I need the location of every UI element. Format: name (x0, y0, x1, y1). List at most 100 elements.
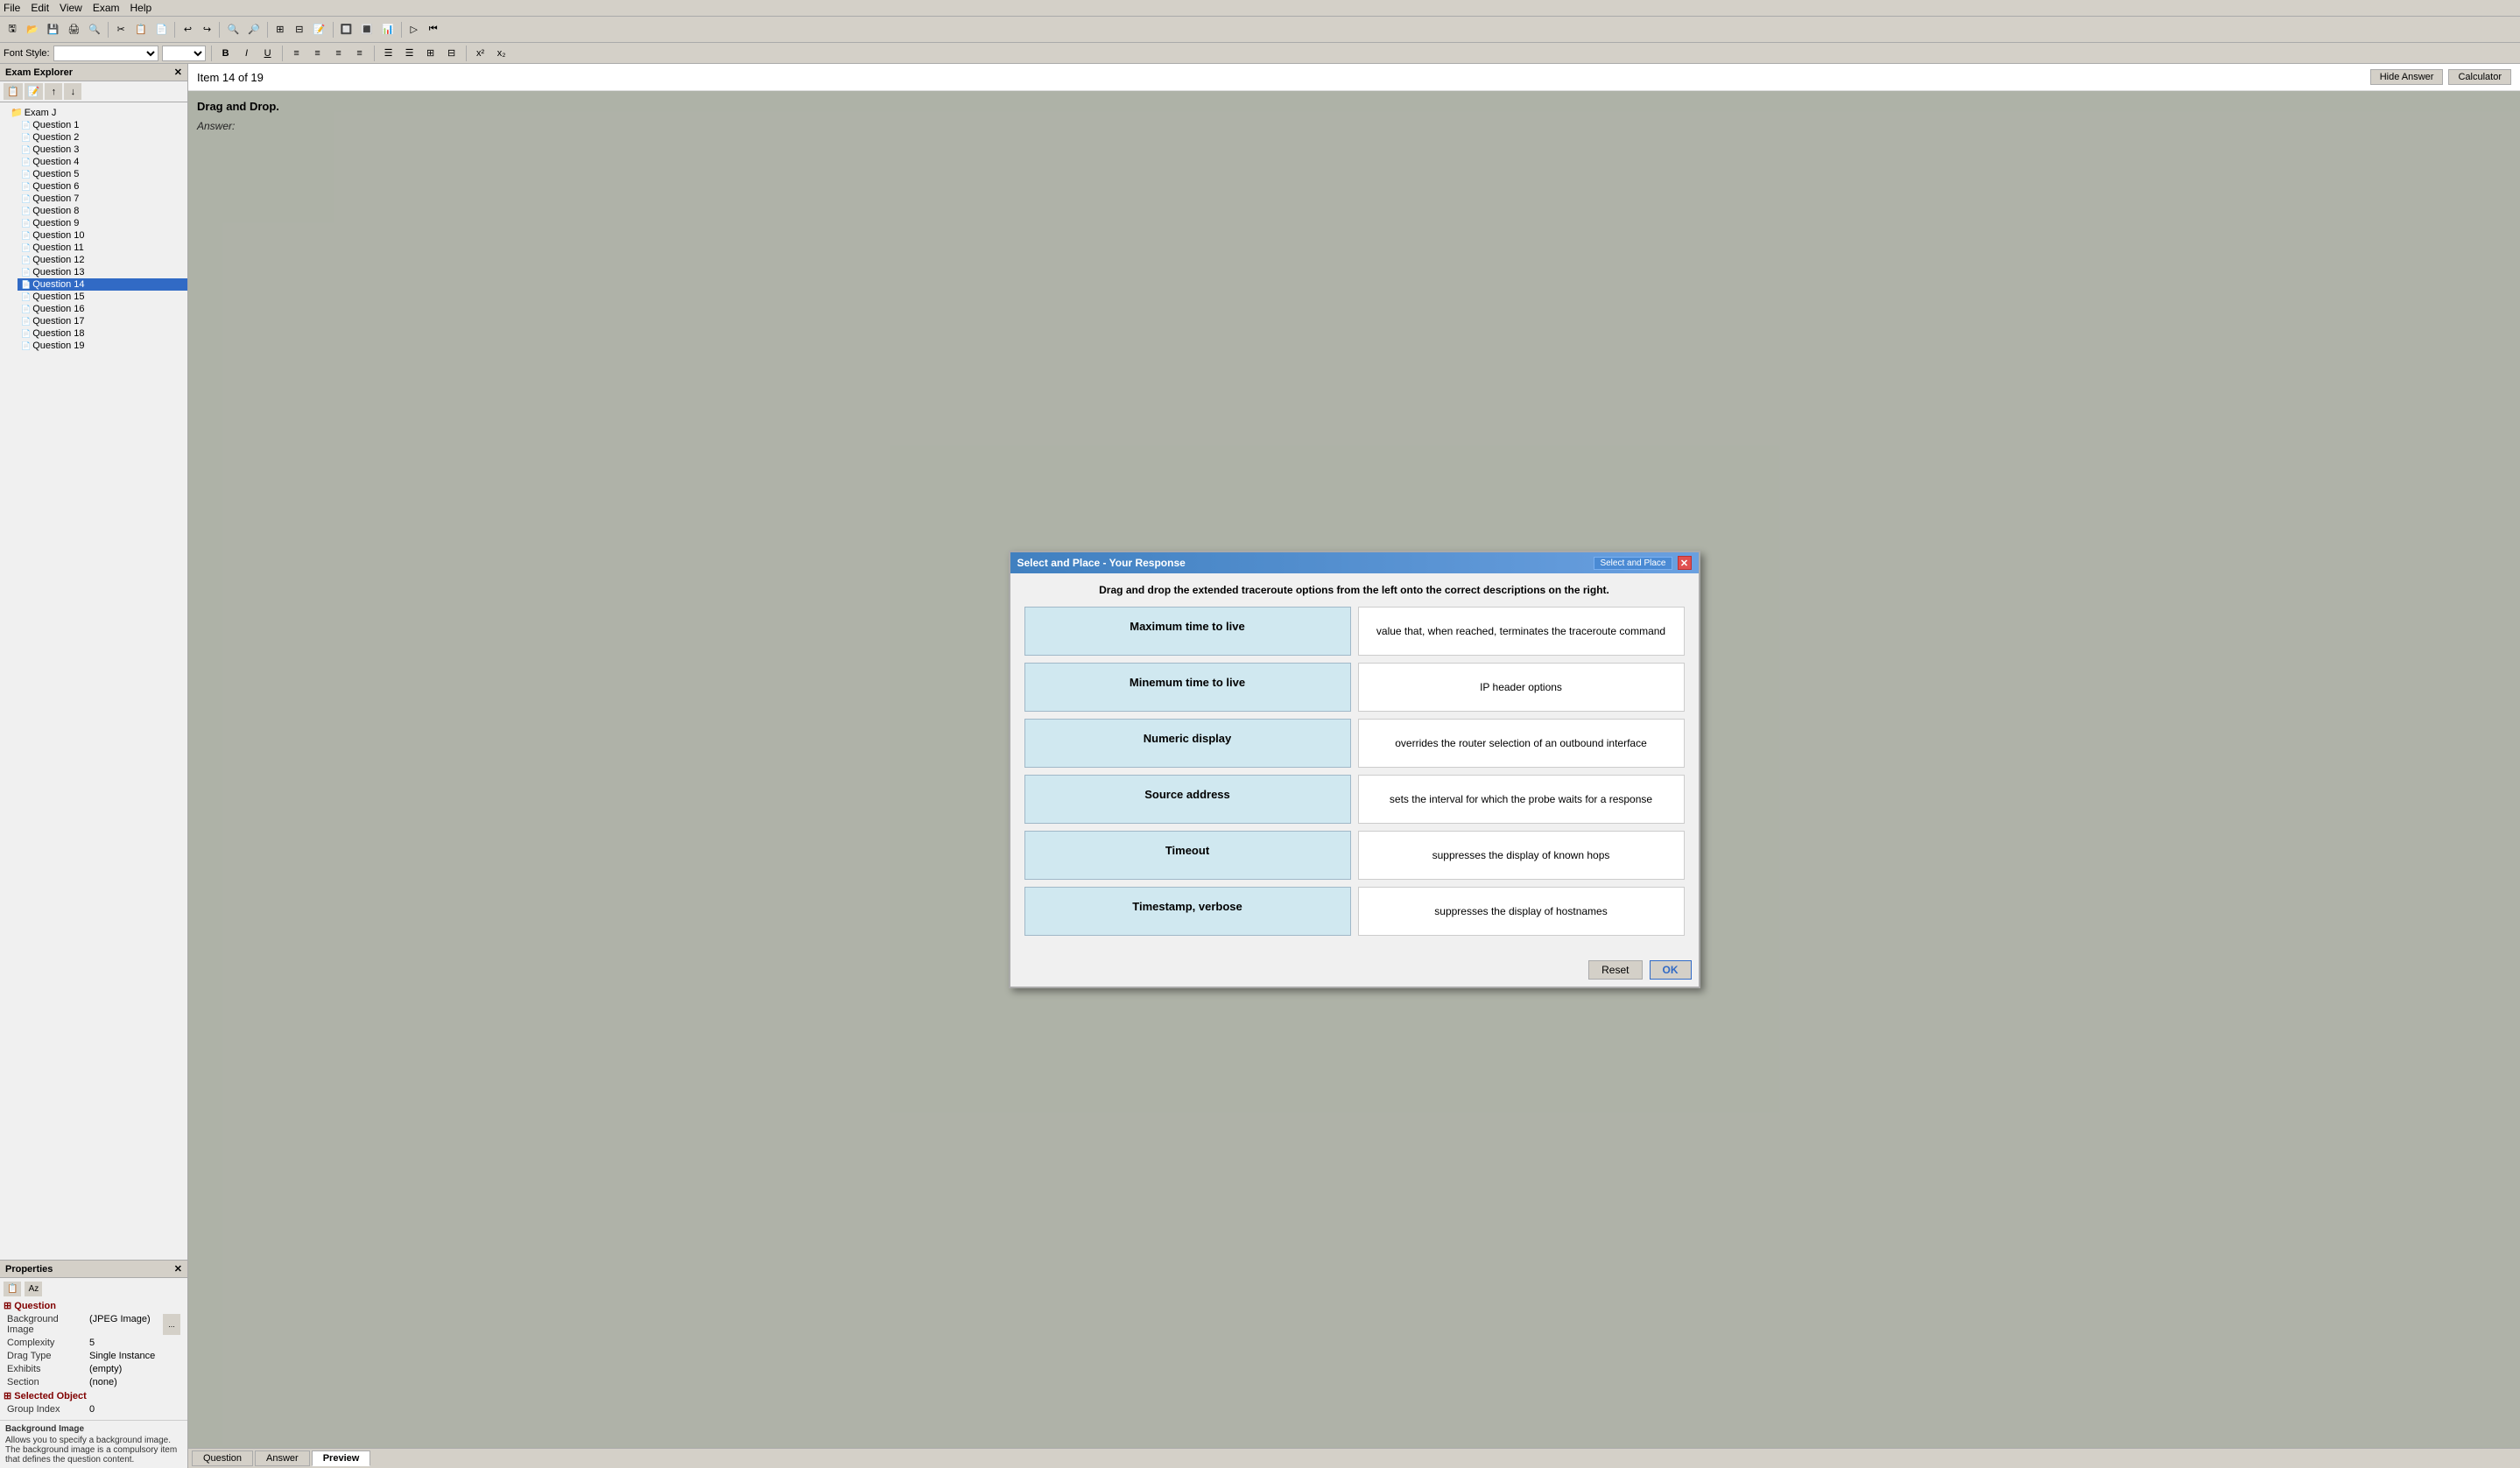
ok-button[interactable]: OK (1650, 960, 1692, 980)
dialog-close-button[interactable]: ✕ (1678, 556, 1692, 570)
sidebar-btn-2[interactable]: 📝 (25, 83, 44, 100)
sidebar-item-q9[interactable]: 📄 Question 9 (18, 217, 187, 229)
drop-item-2[interactable]: overrides the router selection of an out… (1358, 719, 1685, 768)
drag-item-2[interactable]: Numeric display (1024, 719, 1351, 768)
calculator-button[interactable]: Calculator (2448, 69, 2511, 85)
toolbar-stop[interactable]: ⏮ (425, 21, 442, 38)
help-title: Background Image (5, 1424, 182, 1434)
toolbar-paste[interactable]: 📄 (152, 21, 172, 38)
sidebar-item-q2[interactable]: 📄 Question 2 (18, 131, 187, 144)
sidebar-tree: 📁 Exam J 📄 Question 1📄 Question 2📄 Quest… (0, 102, 187, 1260)
align-center-button[interactable]: ≡ (309, 46, 327, 61)
tab-question[interactable]: Question (192, 1450, 253, 1466)
drag-item-4[interactable]: Timeout (1024, 831, 1351, 880)
question-icon: 📄 (21, 194, 31, 204)
sidebar-btn-1[interactable]: 📋 (4, 83, 23, 100)
sidebar-item-q17[interactable]: 📄 Question 17 (18, 315, 187, 327)
sidebar-item-q10[interactable]: 📄 Question 10 (18, 229, 187, 242)
sidebar-item-q7[interactable]: 📄 Question 7 (18, 193, 187, 205)
toolbar-cut[interactable]: ✂ (112, 21, 130, 38)
indent-button[interactable]: ⊞ (422, 45, 440, 61)
toolbar-add[interactable]: ⊞ (271, 21, 289, 38)
sidebar-item-q8[interactable]: 📄 Question 8 (18, 205, 187, 217)
hide-answer-button[interactable]: Hide Answer (2370, 69, 2444, 85)
toolbar-chart[interactable]: 📊 (378, 21, 398, 38)
toolbar-save[interactable]: 💾 (44, 21, 63, 38)
sidebar-item-q6[interactable]: 📄 Question 6 (18, 180, 187, 193)
menu-view[interactable]: View (60, 2, 82, 14)
sidebar-item-q16[interactable]: 📄 Question 16 (18, 303, 187, 315)
drag-item-0[interactable]: Maximum time to live (1024, 607, 1351, 656)
bold-button[interactable]: B (217, 46, 235, 61)
dialog: Select and Place - Your Response Select … (1009, 551, 1700, 988)
toolbar-preview[interactable]: 🔍 (85, 21, 104, 38)
drag-item-3[interactable]: Source address (1024, 775, 1351, 824)
toolbar-run[interactable]: ▷ (405, 21, 423, 38)
align-left-button[interactable]: ≡ (288, 46, 306, 61)
toolbar-remove[interactable]: ⊟ (291, 21, 308, 38)
question-icon: 📄 (21, 207, 31, 216)
drag-item-1[interactable]: Minemum time to live (1024, 663, 1351, 712)
question-icon: 📄 (21, 317, 31, 327)
toolbar-open[interactable]: 📂 (23, 21, 42, 38)
sep7 (211, 46, 212, 61)
sidebar-item-q4[interactable]: 📄 Question 4 (18, 156, 187, 168)
sidebar-item-q14[interactable]: 📄 Question 14 (18, 278, 187, 291)
align-justify-button[interactable]: ≡ (351, 46, 369, 61)
toolbar-replace[interactable]: 🔎 (244, 21, 264, 38)
props-btn-2[interactable]: Az (25, 1282, 42, 1296)
drop-item-3[interactable]: sets the interval for which the probe wa… (1358, 775, 1685, 824)
toolbar-print[interactable]: 🖨 (64, 21, 83, 38)
sidebar-item-q18[interactable]: 📄 Question 18 (18, 327, 187, 340)
drop-item-4[interactable]: suppresses the display of known hops (1358, 831, 1685, 880)
sidebar-btn-up[interactable]: ↑ (45, 83, 62, 100)
menu-help[interactable]: Help (130, 2, 152, 14)
toolbar-undo[interactable]: ↩ (179, 21, 196, 38)
sidebar-item-q1[interactable]: 📄 Question 1 (18, 119, 187, 131)
underline-button[interactable]: U (259, 46, 277, 61)
toolbar-copy[interactable]: 📋 (131, 21, 151, 38)
tab-answer[interactable]: Answer (255, 1450, 310, 1466)
menu-exam[interactable]: Exam (93, 2, 120, 14)
sep9 (374, 46, 375, 61)
background-image-edit[interactable]: ... (163, 1314, 180, 1335)
subscript-button[interactable]: x₂ (493, 46, 510, 61)
properties-close-button[interactable]: ✕ (174, 1263, 182, 1275)
outdent-button[interactable]: ⊟ (443, 45, 461, 61)
sidebar-item-q5[interactable]: 📄 Question 5 (18, 168, 187, 180)
reset-button[interactable]: Reset (1588, 960, 1642, 980)
toolbar-find[interactable]: 🔍 (223, 21, 243, 38)
font-family-select[interactable] (53, 46, 158, 61)
sidebar-exam[interactable]: 📁 Exam J (7, 106, 187, 119)
italic-button[interactable]: I (238, 46, 256, 61)
list-unordered-button[interactable]: ☰ (380, 45, 398, 61)
sep10 (466, 46, 467, 61)
superscript-button[interactable]: x² (472, 46, 489, 61)
list-ordered-button[interactable]: ☰ (401, 45, 419, 61)
props-btn-1[interactable]: 📋 (4, 1282, 21, 1296)
toolbar-import[interactable]: 🔲 (337, 21, 356, 38)
align-right-button[interactable]: ≡ (330, 46, 348, 61)
sidebar-btn-down[interactable]: ↓ (64, 83, 81, 100)
group-index-label: Group Index (7, 1404, 86, 1415)
toolbar-edit[interactable]: 📝 (310, 21, 329, 38)
font-size-select[interactable] (162, 46, 206, 61)
toolbar-redo[interactable]: ↪ (198, 21, 215, 38)
sidebar-item-q3[interactable]: 📄 Question 3 (18, 144, 187, 156)
sidebar-close-button[interactable]: ✕ (174, 67, 182, 78)
sidebar-item-q15[interactable]: 📄 Question 15 (18, 291, 187, 303)
menu-file[interactable]: File (4, 2, 20, 14)
drop-item-0[interactable]: value that, when reached, terminates the… (1358, 607, 1685, 656)
toolbar-export[interactable]: 🔳 (357, 21, 377, 38)
tab-preview[interactable]: Preview (312, 1450, 371, 1466)
menu-edit[interactable]: Edit (31, 2, 49, 14)
sidebar-item-q19[interactable]: 📄 Question 19 (18, 340, 187, 352)
drop-item-5[interactable]: suppresses the display of hostnames (1358, 887, 1685, 936)
toolbar-new[interactable]: 🖫 (4, 18, 21, 40)
sidebar-item-q11[interactable]: 📄 Question 11 (18, 242, 187, 254)
sidebar-item-q12[interactable]: 📄 Question 12 (18, 254, 187, 266)
drop-item-1[interactable]: IP header options (1358, 663, 1685, 712)
question-icon: 📄 (21, 133, 31, 143)
drag-item-5[interactable]: Timestamp, verbose (1024, 887, 1351, 936)
sidebar-item-q13[interactable]: 📄 Question 13 (18, 266, 187, 278)
